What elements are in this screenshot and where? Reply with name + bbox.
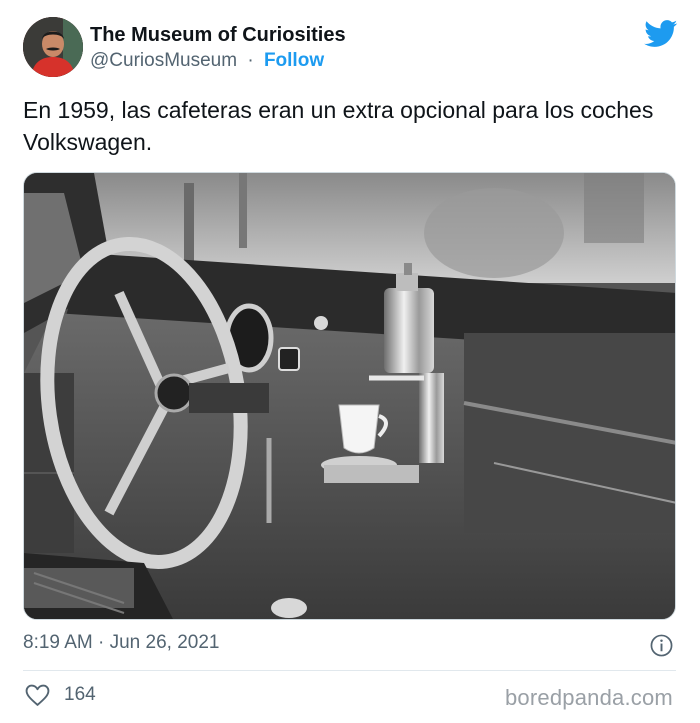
twitter-bird-icon[interactable] — [644, 20, 678, 48]
follow-button[interactable]: Follow — [264, 50, 324, 71]
like-count[interactable]: 164 — [64, 684, 96, 706]
separator-dot: · — [247, 50, 254, 71]
tweet-card: The Museum of Curiosities @CuriosMuseum … — [0, 0, 700, 723]
watermark: boredpanda.com — [505, 685, 673, 710]
author-name[interactable]: The Museum of Curiosities — [90, 24, 346, 47]
tweet-photo[interactable] — [23, 172, 676, 620]
heart-icon[interactable] — [25, 684, 50, 707]
avatar[interactable] — [23, 17, 83, 77]
divider — [23, 670, 676, 671]
tweet-text: En 1959, las cafeteras eran un extra opc… — [23, 97, 654, 155]
author-handle-row: @CuriosMuseum · Follow — [90, 50, 324, 72]
author-handle[interactable]: @CuriosMuseum — [90, 50, 237, 71]
tweet-timestamp[interactable]: 8:19 AM · Jun 26, 2021 — [23, 632, 219, 654]
info-icon[interactable] — [650, 634, 673, 657]
avatar-image — [23, 17, 83, 77]
vw-dashboard-coffee-photo — [24, 173, 675, 619]
